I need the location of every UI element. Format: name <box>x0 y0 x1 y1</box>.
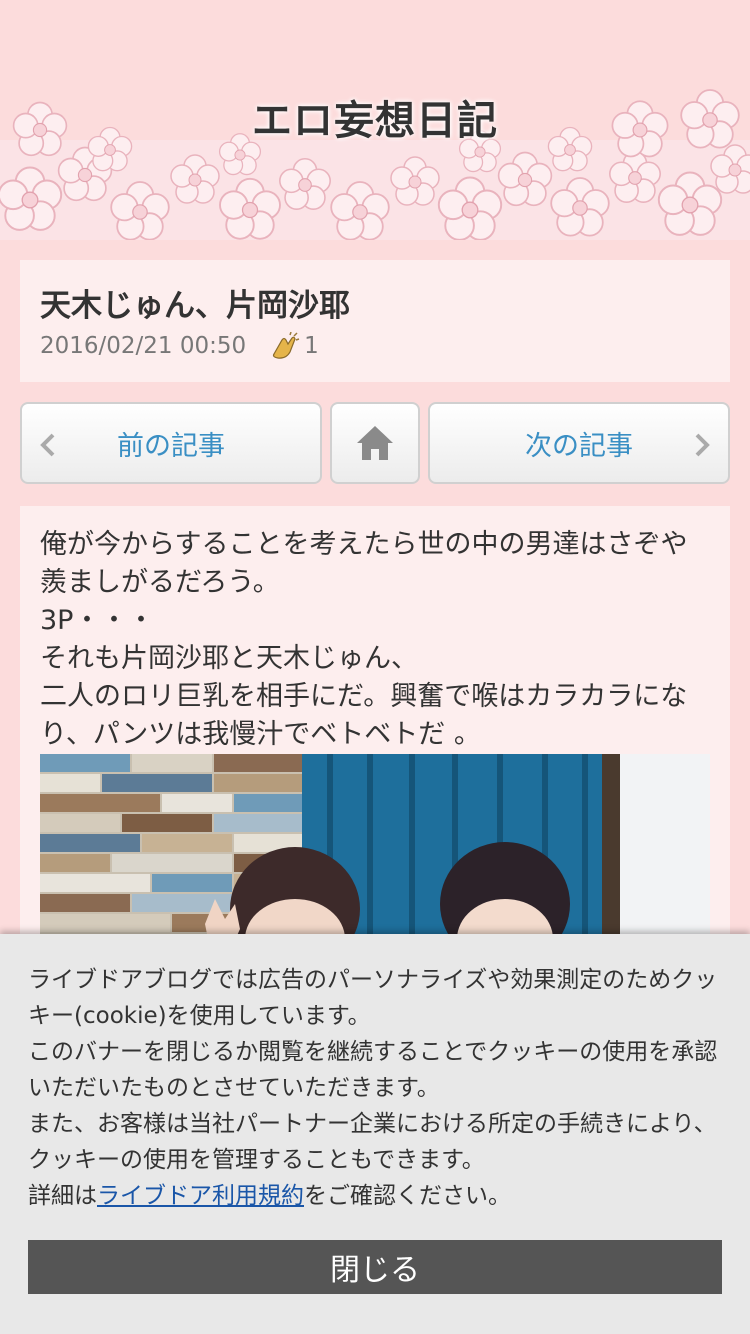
article-title: 天木じゅん、片岡沙耶 <box>40 288 350 324</box>
article-date: 2016/02/21 00:50 <box>40 333 247 359</box>
site-header: エロ妄想日記 <box>0 0 750 240</box>
cookie-text-line: ライブドアブログでは広告のパーソナライズや効果測定のためクッキー(cookie)… <box>28 967 718 1029</box>
clap-count: 1 <box>304 333 319 359</box>
site-title[interactable]: エロ妄想日記 <box>0 88 750 146</box>
article-text: 俺が今からすることを考えたら世の中の男達はさぞや羨ましがるだろう。 3P・・・ … <box>40 526 710 754</box>
cookie-message: ライブドアブログでは広告のパーソナライズや効果測定のためクッキー(cookie)… <box>28 962 722 1214</box>
cookie-text-line: また、お客様は当社パートナー企業における所定の手続きにより、クッキーの使用を管理… <box>28 1111 717 1173</box>
prev-article-label: 前の記事 <box>117 430 225 462</box>
cookie-banner: ライブドアブログでは広告のパーソナライズや効果測定のためクッキー(cookie)… <box>0 934 750 1334</box>
cookie-details-suffix: をご確認ください。 <box>304 1183 511 1209</box>
next-article-label: 次の記事 <box>525 430 633 462</box>
article-header-card: 天木じゅん、片岡沙耶 2016/02/21 00:50 1 <box>20 260 730 382</box>
home-button[interactable] <box>330 402 420 484</box>
body-paragraph: それも片岡沙耶と天木じゅん、 <box>40 643 418 674</box>
cookie-details-prefix: 詳細は <box>28 1183 97 1209</box>
article-meta: 2016/02/21 00:50 1 <box>40 331 319 360</box>
chevron-right-icon <box>695 433 710 457</box>
body-paragraph: 3P・・・ <box>40 605 155 636</box>
terms-link[interactable]: ライブドア利用規約 <box>97 1183 304 1209</box>
cookie-text-line: このバナーを閉じるか閲覧を継続することでクッキーの使用を承認いただいたものとさせ… <box>28 1039 718 1101</box>
cookie-details-line: 詳細はライブドア利用規約をご確認ください。 <box>28 1178 722 1214</box>
blog-page: エロ妄想日記 天木じゅん、片岡沙耶 2016/02/21 00:50 1 前の記… <box>0 0 750 1334</box>
prev-article-button[interactable]: 前の記事 <box>20 402 322 484</box>
home-icon <box>357 426 393 460</box>
body-paragraph: 俺が今からすることを考えたら世の中の男達はさぞや羨ましがるだろう。 <box>40 529 688 598</box>
chevron-left-icon <box>40 433 55 457</box>
close-button[interactable]: 閉じる <box>28 1240 722 1294</box>
body-paragraph: 二人のロリ巨乳を相手にだ。興奮で喉はカラカラになり、パンツは我慢汁でベトベトだ … <box>40 681 688 750</box>
clap-icon[interactable] <box>268 331 300 360</box>
next-article-button[interactable]: 次の記事 <box>428 402 730 484</box>
